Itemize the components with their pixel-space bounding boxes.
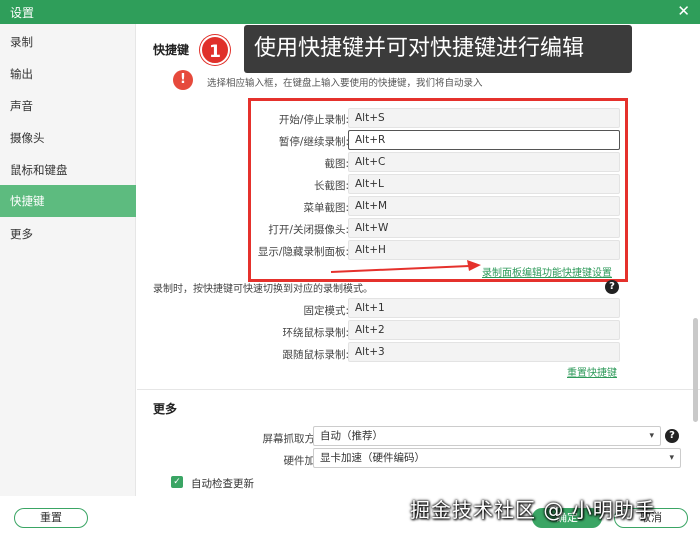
callout-caption: 使用快捷键并可对快捷键进行编辑 <box>244 25 632 73</box>
hw-accel-select[interactable]: 显卡加速（硬件编码） ▾ <box>313 448 681 468</box>
mode-input-surround-mouse[interactable]: Alt+2 <box>348 320 620 340</box>
sidebar-item-output[interactable]: 输出 <box>0 58 136 90</box>
mode-label-surround-mouse: 环绕鼠标录制: <box>282 327 349 339</box>
sidebar-item-shortcuts[interactable]: 快捷键 <box>0 185 136 217</box>
window-title: 设置 <box>10 6 35 20</box>
auto-update-checkbox[interactable]: ✓ <box>171 476 183 488</box>
reset-shortcuts-link[interactable]: 重置快捷键 <box>567 364 617 379</box>
capture-method-select[interactable]: 自动（推荐） ▾ <box>313 426 661 446</box>
hw-accel-value: 显卡加速（硬件编码） <box>320 452 425 464</box>
auto-update-label: 自动检查更新 <box>191 478 254 490</box>
reset-button[interactable]: 重置 <box>14 508 88 528</box>
mode-label-follow-mouse: 跟随鼠标录制: <box>282 349 349 361</box>
chevron-down-icon: ▾ <box>649 431 654 441</box>
mode-input-follow-mouse[interactable]: Alt+3 <box>348 342 620 362</box>
shortcut-instruction: 选择相应输入框，在键盘上输入要使用的快捷键，我们将自动录入 <box>207 78 483 89</box>
capture-method-value: 自动（推荐） <box>320 430 383 442</box>
help-icon[interactable]: ? <box>605 280 619 294</box>
exclamation-icon: ! <box>173 70 193 90</box>
section-divider <box>137 389 700 390</box>
watermark: 掘金技术社区 @ 小明助手 <box>410 498 656 522</box>
mode-label-fixed: 固定模式: <box>303 305 349 317</box>
sidebar-item-audio[interactable]: 声音 <box>0 90 136 122</box>
sidebar-item-record[interactable]: 录制 <box>0 26 136 58</box>
hw-accel-label: 硬件加速: <box>283 455 329 467</box>
mode-hint-text: 录制时，按快捷键可快速切换到对应的录制模式。 <box>153 284 373 295</box>
settings-content: 快捷键 ! 选择相应输入框，在键盘上输入要使用的快捷键，我们将自动录入 开始/停… <box>137 24 700 496</box>
close-icon[interactable]: ✕ <box>677 2 690 20</box>
sidebar-item-camera[interactable]: 摄像头 <box>0 122 136 154</box>
sidebar-item-mouse-keyboard[interactable]: 鼠标和键盘 <box>0 154 136 186</box>
chevron-down-icon: ▾ <box>669 453 674 463</box>
more-section-title: 更多 <box>153 402 178 416</box>
sidebar: 录制 输出 声音 摄像头 鼠标和键盘 快捷键 更多 <box>0 24 136 496</box>
sidebar-item-more[interactable]: 更多 <box>0 218 136 250</box>
title-bar: 设置 ✕ <box>0 0 700 24</box>
capture-method-label: 屏幕抓取方式: <box>262 433 329 445</box>
shortcuts-section-title: 快捷键 <box>153 43 190 57</box>
highlight-frame <box>248 98 628 282</box>
help-icon[interactable]: ? <box>665 429 679 443</box>
scrollbar-thumb[interactable] <box>693 318 698 422</box>
mode-input-fixed[interactable]: Alt+1 <box>348 298 620 318</box>
callout-number-badge: 1 <box>200 35 230 65</box>
